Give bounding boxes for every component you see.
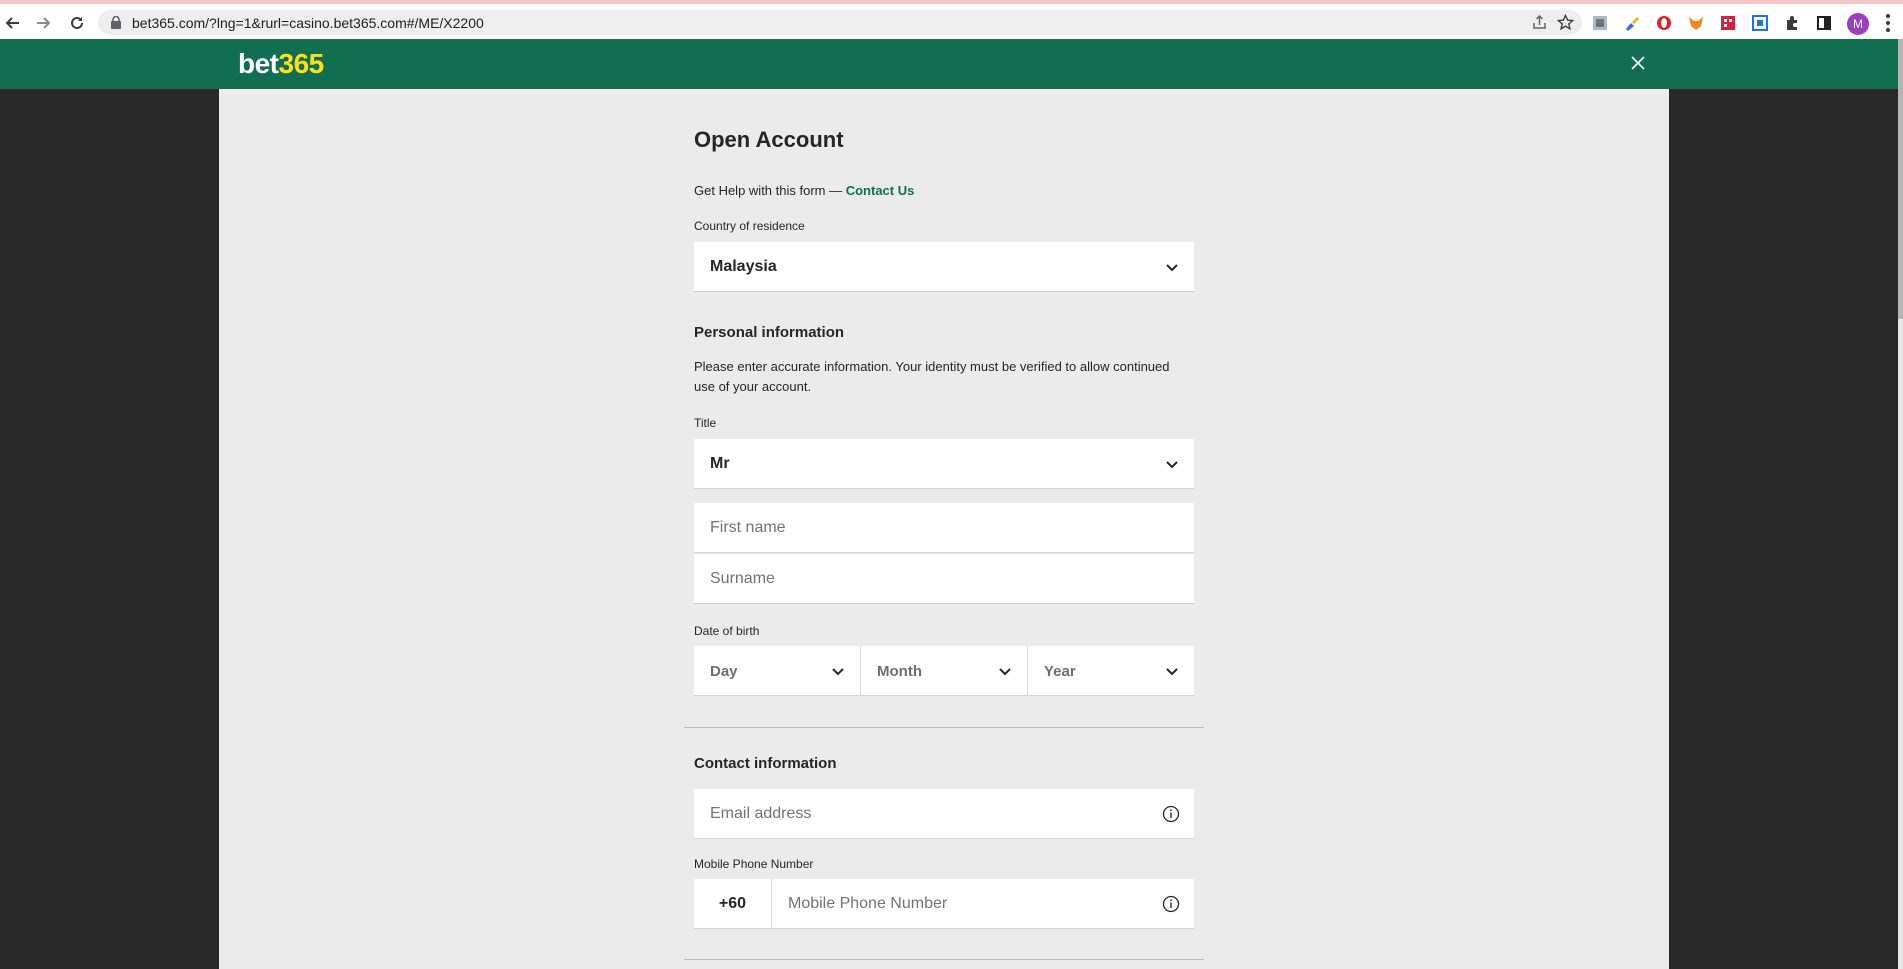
section-divider <box>684 959 1204 960</box>
chevron-down-icon <box>999 668 1011 676</box>
dob-month-value: Month <box>877 662 922 680</box>
country-value: Malaysia <box>710 257 777 275</box>
personal-info-heading: Personal information <box>694 324 845 341</box>
dob-selects: Day Month Year <box>694 646 1194 696</box>
back-arrow-icon[interactable] <box>2 12 24 34</box>
dob-day-value: Day <box>710 662 738 680</box>
dob-label: Date of birth <box>694 624 760 638</box>
open-account-panel: Open Account Get Help with this form — C… <box>219 89 1669 969</box>
extension-sheets-icon[interactable] <box>1591 14 1609 32</box>
site-header: bet365 <box>0 39 1898 89</box>
title-select[interactable]: Mr <box>694 439 1194 489</box>
lock-icon <box>110 15 122 34</box>
surname-placeholder: Surname <box>710 569 775 587</box>
first-name-input[interactable]: First name <box>694 503 1194 553</box>
address-bar[interactable]: bet365.com/?lng=1&rurl=casino.bet365.com… <box>98 10 1582 35</box>
email-input[interactable]: Email address <box>694 789 1194 839</box>
first-name-placeholder: First name <box>710 518 786 536</box>
contact-info-heading: Contact information <box>694 755 837 772</box>
chevron-down-icon <box>1166 668 1178 676</box>
close-icon[interactable] <box>1628 53 1648 73</box>
info-icon[interactable] <box>1162 805 1180 823</box>
page-title: Open Account <box>694 127 844 152</box>
extension-grid-icon[interactable] <box>1719 14 1737 32</box>
side-panel-icon[interactable] <box>1815 14 1833 32</box>
extension-opera-icon[interactable] <box>1655 14 1673 32</box>
chevron-down-icon <box>1166 460 1178 468</box>
page-scrollbar-thumb[interactable] <box>1898 39 1903 319</box>
surname-input[interactable]: Surname <box>694 554 1194 604</box>
dob-year-value: Year <box>1044 662 1076 680</box>
dob-year-select[interactable]: Year <box>1028 646 1194 696</box>
title-value: Mr <box>710 454 730 472</box>
address-url: bet365.com/?lng=1&rurl=casino.bet365.com… <box>132 15 484 31</box>
logo-text-bet: bet <box>238 48 279 79</box>
country-label: Country of residence <box>694 219 805 233</box>
profile-avatar[interactable]: M <box>1847 13 1869 35</box>
star-icon[interactable] <box>1556 13 1575 36</box>
bet365-logo[interactable]: bet365 <box>238 48 324 80</box>
chevron-down-icon <box>1166 263 1178 271</box>
dob-day-select[interactable]: Day <box>694 646 861 696</box>
help-text: Get Help with this form — Contact Us <box>694 183 914 198</box>
browser-toolbar: bet365.com/?lng=1&rurl=casino.bet365.com… <box>0 0 1903 39</box>
share-icon[interactable] <box>1531 14 1548 36</box>
logo-text-365: 365 <box>278 48 325 79</box>
info-icon[interactable] <box>1162 895 1180 913</box>
extensions-icon[interactable] <box>1783 14 1801 32</box>
contact-us-link[interactable]: Contact Us <box>846 183 915 198</box>
phone-label: Mobile Phone Number <box>694 857 814 871</box>
extension-fox-icon[interactable] <box>1687 14 1705 32</box>
phone-input[interactable]: +60 Mobile Phone Number <box>694 878 1194 929</box>
section-divider <box>684 727 1204 728</box>
extension-capture-icon[interactable] <box>1751 14 1769 32</box>
reload-icon[interactable] <box>66 12 88 34</box>
dob-month-select[interactable]: Month <box>861 646 1028 696</box>
extension-brush-icon[interactable] <box>1623 14 1641 32</box>
email-placeholder: Email address <box>710 804 812 822</box>
chevron-down-icon <box>832 668 844 676</box>
menu-icon[interactable] <box>1885 14 1891 32</box>
phone-placeholder: Mobile Phone Number <box>788 894 948 912</box>
phone-country-code[interactable]: +60 <box>694 878 772 929</box>
title-label: Title <box>694 416 717 430</box>
forward-arrow-icon[interactable] <box>32 12 54 34</box>
help-prefix: Get Help with this form — <box>694 183 846 198</box>
country-select[interactable]: Malaysia <box>694 242 1194 292</box>
personal-info-text: Please enter accurate information. Your … <box>694 359 1170 394</box>
